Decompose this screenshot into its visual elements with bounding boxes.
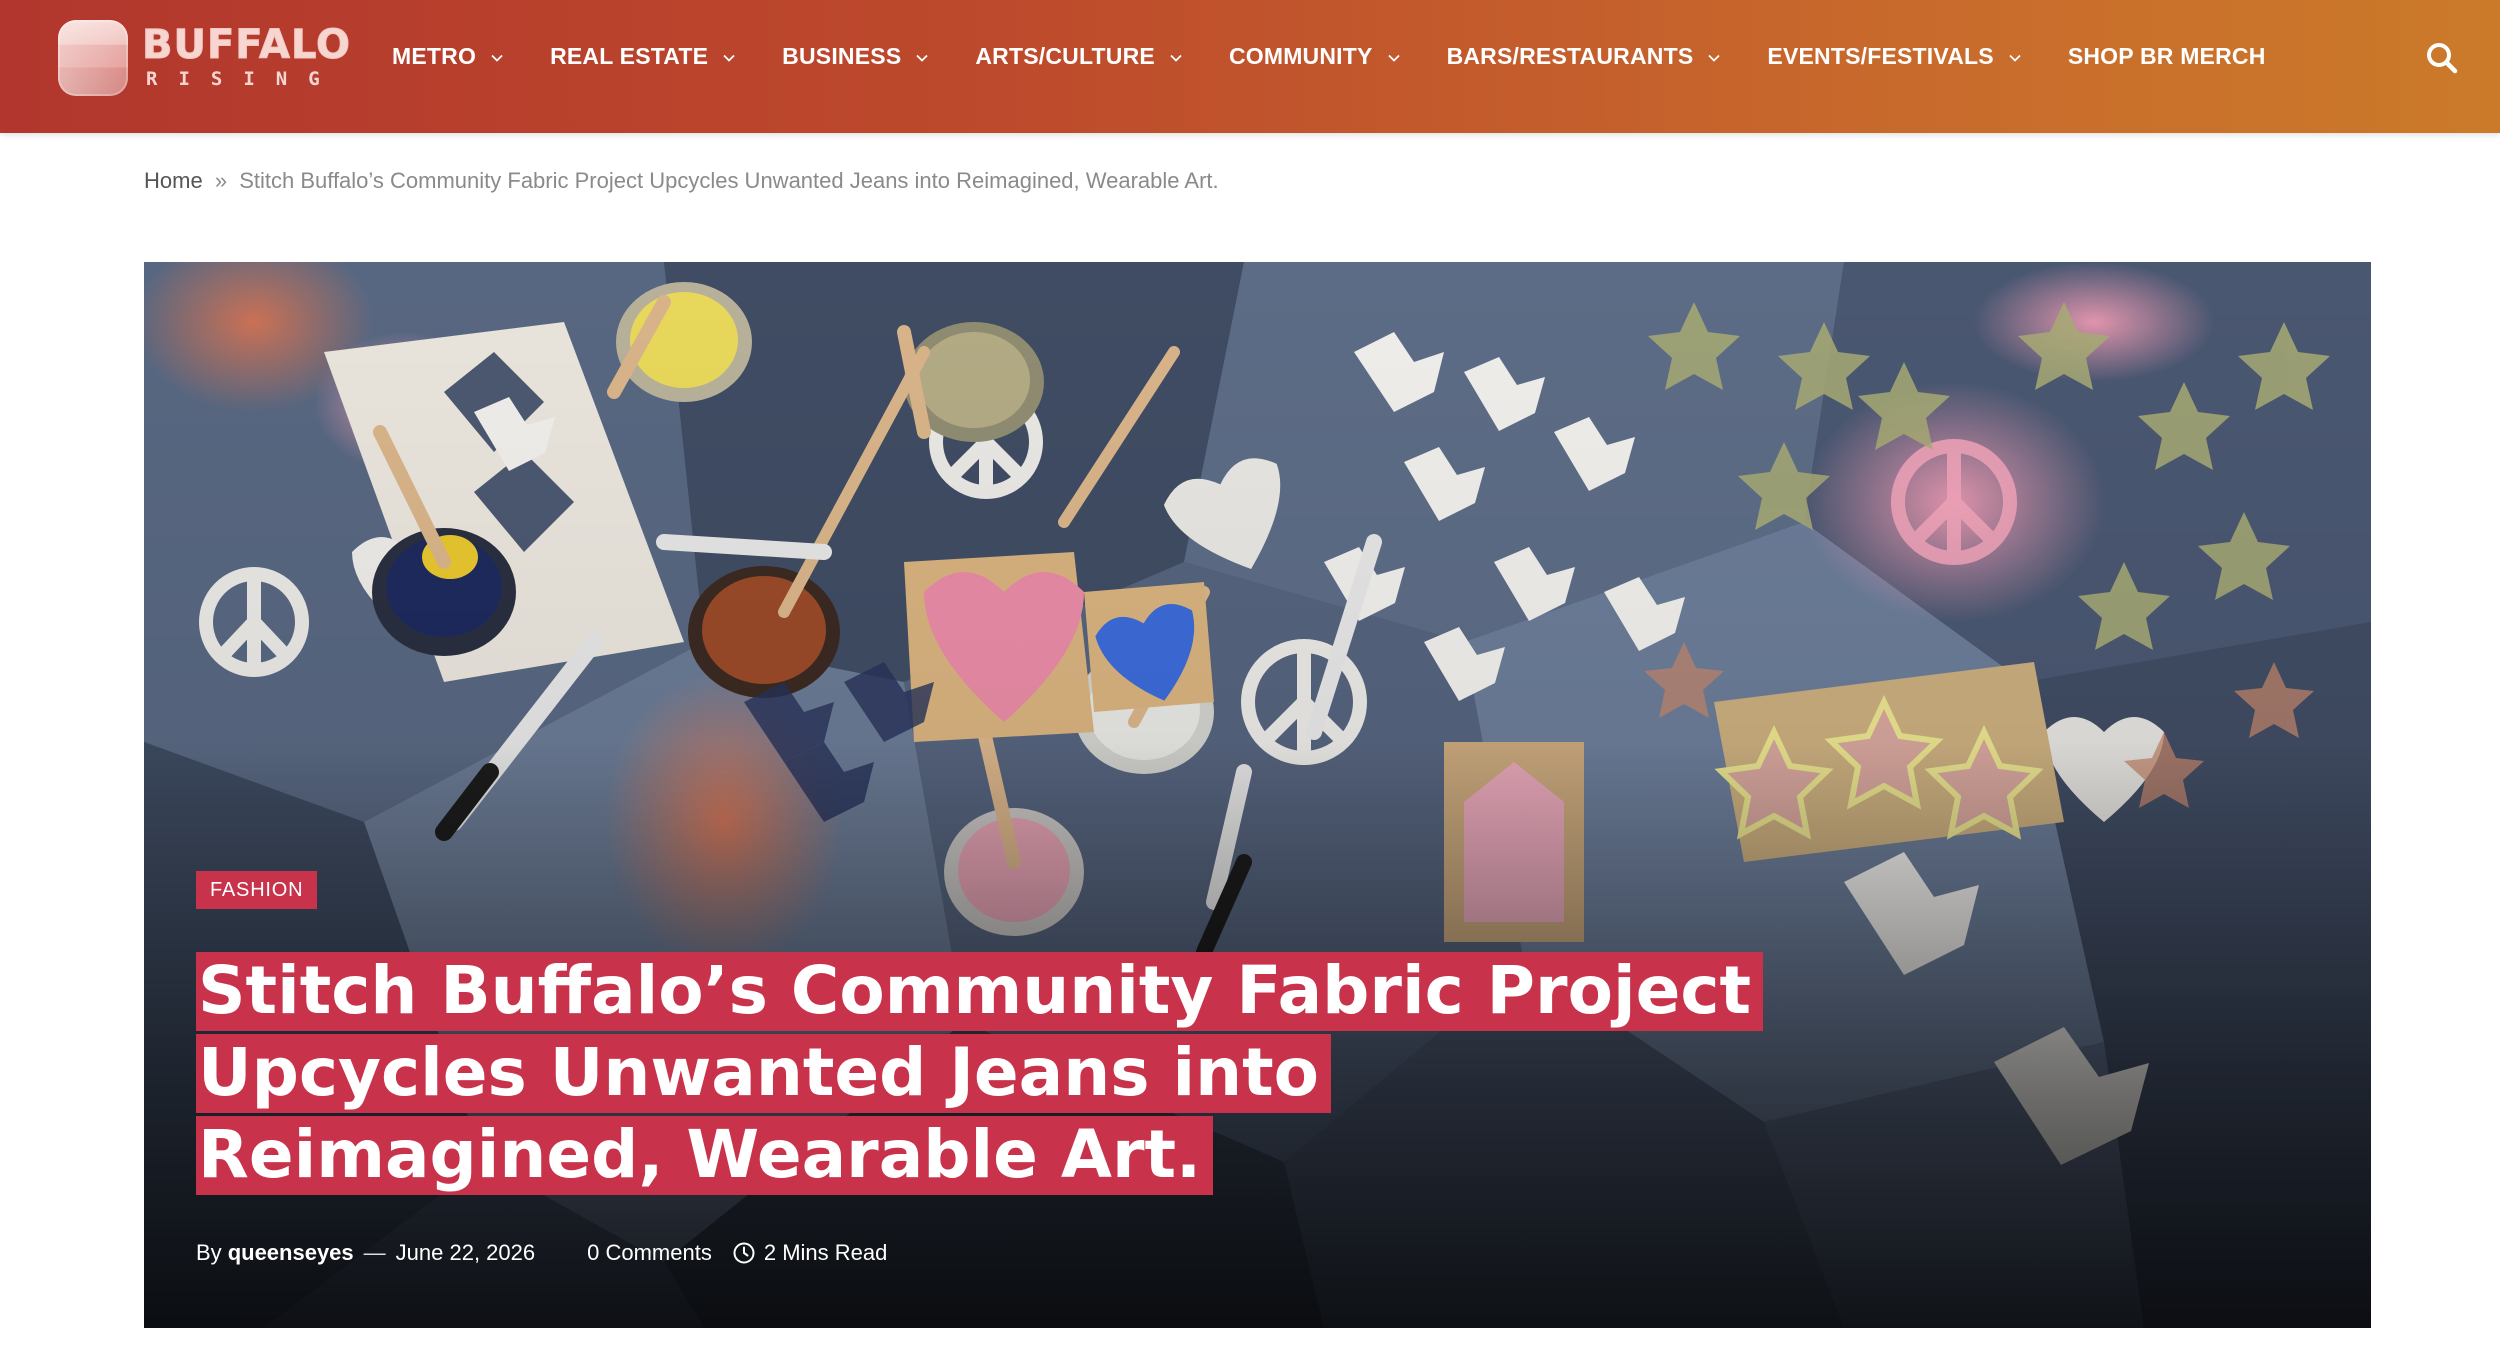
nav-item-label: REAL ESTATE [550, 43, 709, 69]
read-time: 2 Mins Read [763, 1240, 888, 1265]
site-logo[interactable]: BUFFALO RISING [58, 20, 351, 96]
byline-label: By [196, 1240, 222, 1265]
site-header: BUFFALO RISING METRO REAL ESTATE BUSINES… [0, 0, 2500, 133]
nav-item-bars-restaurants[interactable]: BARS/RESTAURANTS [1447, 43, 1722, 70]
nav-item-community[interactable]: COMMUNITY [1229, 43, 1401, 70]
article-title-text: Stitch Buffalo’s Community Fabric Projec… [196, 952, 1763, 1195]
chevron-down-icon [491, 54, 503, 62]
publish-date: June 22, 2026 [395, 1240, 536, 1265]
chevron-down-icon [1170, 54, 1182, 62]
chevron-down-icon [723, 54, 735, 62]
author-link[interactable]: queenseyes [228, 1240, 354, 1266]
breadcrumb-current: Stitch Buffalo’s Community Fabric Projec… [239, 168, 1219, 193]
nav-item-label: BUSINESS [782, 43, 902, 69]
breadcrumb-home-link[interactable]: Home [144, 168, 203, 193]
search-icon[interactable] [2424, 40, 2460, 76]
comments-link[interactable]: 0 Comments [587, 1240, 712, 1266]
chevron-down-icon [1387, 54, 1400, 62]
nav-item-label: COMMUNITY [1228, 43, 1373, 69]
logo-subtitle: RISING [146, 68, 341, 90]
chevron-down-icon [916, 54, 928, 62]
main-nav: METRO REAL ESTATE BUSINESS ARTS/CULTURE … [392, 0, 2312, 113]
article-title[interactable]: Stitch Buffalo’s Community Fabric Projec… [196, 950, 1763, 1196]
nav-item-events-festivals[interactable]: EVENTS/FESTIVALS [1767, 43, 2021, 70]
nav-item-metro[interactable]: METRO [392, 43, 504, 70]
breadcrumb: Home » Stitch Buffalo’s Community Fabric… [144, 168, 1219, 194]
logo-mark-icon [58, 20, 128, 96]
breadcrumb-separator: » [214, 168, 228, 193]
article-meta: By queenseyes — June 22, 2026 0 Comments… [196, 1240, 887, 1266]
logo-wordmark: BUFFALO [141, 22, 352, 69]
nav-item-arts-culture[interactable]: ARTS/CULTURE [975, 43, 1183, 70]
nav-item-label: EVENTS/FESTIVALS [1767, 43, 1994, 69]
clock-icon [733, 1242, 755, 1264]
nav-item-real-estate[interactable]: REAL ESTATE [550, 43, 736, 70]
hero-featured-image[interactable]: FASHION Stitch Buffalo’s Community Fabri… [144, 262, 2371, 1328]
category-badge[interactable]: FASHION [196, 871, 318, 909]
chevron-down-icon [2009, 54, 2021, 62]
nav-item-label: ARTS/CULTURE [975, 43, 1155, 69]
chevron-down-icon [1708, 54, 1721, 62]
nav-item-label: BARS/RESTAURANTS [1446, 43, 1694, 69]
nav-item-label: METRO [392, 43, 477, 69]
meta-separator: — [363, 1240, 386, 1265]
nav-item-label: SHOP BR MERCH [2067, 43, 2266, 69]
nav-item-shop-merch[interactable]: SHOP BR MERCH [2068, 43, 2266, 70]
nav-item-business[interactable]: BUSINESS [782, 43, 929, 70]
